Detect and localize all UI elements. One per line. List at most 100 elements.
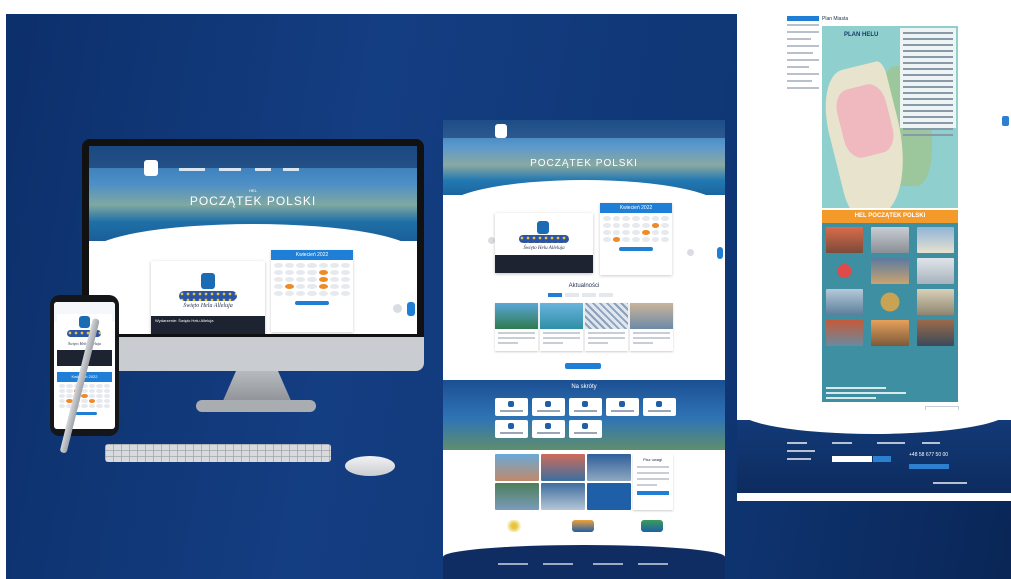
right-footer: +48 58 677 50 00 [737, 410, 1011, 501]
feedback-box[interactable]: Pisz uwagi [633, 454, 673, 510]
gallery-photo[interactable] [495, 454, 539, 481]
gallery-photo[interactable] [541, 454, 585, 481]
side-menu-item[interactable] [787, 31, 819, 33]
nav-link[interactable] [255, 168, 271, 171]
attraction-photo [826, 320, 864, 346]
city-map[interactable]: PLAN HELU [822, 26, 958, 208]
footer-contact-button[interactable] [909, 464, 949, 469]
nav-link[interactable] [219, 168, 241, 171]
side-menu-item[interactable] [787, 80, 812, 82]
news-card[interactable] [585, 303, 628, 351]
map-legend [900, 28, 956, 136]
hero-wave [89, 224, 417, 254]
side-menu-item[interactable] [787, 52, 813, 54]
event-caption: Wydarzenie: Święto Helu Alleluja [151, 316, 265, 334]
calendar-grid[interactable] [600, 213, 672, 245]
shortcut-tile[interactable] [532, 398, 565, 416]
newsletter-input[interactable] [832, 456, 872, 462]
shortcuts-title: Na skróty [571, 384, 597, 390]
footer-bottom-strip [737, 493, 1011, 501]
feedback-title: Pisz uwagi [643, 457, 663, 462]
showcase-stage: HEL POCZĄTEK POLSKI Święto Helu Alleluja… [0, 0, 1011, 579]
partner-logo[interactable] [503, 520, 525, 532]
nav-link[interactable] [179, 168, 205, 171]
side-menu-item[interactable] [787, 38, 811, 40]
more-news-button[interactable] [565, 363, 601, 369]
featured-event-card[interactable]: Święto Helu Alleluja [495, 213, 593, 273]
featured-event-card[interactable]: Święto Helu Alleluja Wydarzenie: Święto … [151, 261, 265, 334]
news-tab[interactable] [565, 293, 579, 297]
attraction-photo [916, 258, 954, 284]
side-menu-active-item[interactable] [787, 16, 819, 21]
attraction-photo [871, 320, 909, 346]
newsletter-submit-button[interactable] [873, 456, 891, 462]
side-tab-button[interactable] [1002, 116, 1009, 126]
side-menu-item[interactable] [787, 24, 819, 26]
news-card[interactable] [540, 303, 583, 351]
news-card[interactable] [495, 303, 538, 351]
calendar-grid[interactable] [57, 382, 112, 410]
slider-next-button[interactable] [393, 304, 402, 313]
city-map-page: Plan Miasta PLAN HELU HEL POCZĄTEK POLSK… [737, 0, 1011, 501]
calendar-more-button[interactable] [295, 301, 329, 305]
hel-logo[interactable] [495, 124, 507, 138]
side-tab-button[interactable] [717, 247, 723, 259]
shortcut-tile[interactable] [569, 398, 602, 416]
slider-next-button[interactable] [687, 249, 694, 256]
partner-logo[interactable] [572, 520, 594, 532]
feedback-button[interactable] [637, 491, 669, 495]
tourist-poster[interactable]: HEL POCZĄTEK POLSKI [822, 210, 958, 402]
page-title: Plan Miasta [822, 16, 849, 22]
side-tab-button[interactable] [407, 302, 415, 316]
poster-title: HEL POCZĄTEK POLSKI [822, 210, 958, 223]
slider-prev-button[interactable] [488, 237, 495, 244]
gallery-photo[interactable] [495, 483, 539, 510]
photo-gallery [495, 454, 631, 510]
nav-link[interactable] [283, 168, 299, 171]
hero-subtitle: HEL [249, 188, 257, 193]
shortcut-tile[interactable] [495, 420, 528, 438]
calendar-grid[interactable] [271, 260, 353, 299]
hero-title: POCZĄTEK POLSKI [530, 158, 638, 169]
news-tab[interactable] [582, 293, 596, 297]
poster-footer [826, 384, 954, 399]
side-menu-item[interactable] [787, 66, 809, 68]
calendar-more-button[interactable] [619, 247, 653, 251]
shortcut-tile[interactable] [532, 420, 565, 438]
shortcut-tile[interactable] [606, 398, 639, 416]
side-menu [787, 16, 819, 94]
shortcut-tile[interactable] [569, 420, 602, 438]
side-menu-item[interactable] [787, 73, 819, 75]
news-tabs[interactable] [548, 293, 613, 297]
homepage-full-view: POCZĄTEK POLSKI Święto Helu Alleluja Kwi… [443, 120, 725, 579]
monitor-stand [222, 371, 292, 403]
news-tab[interactable] [599, 293, 613, 297]
desktop-hero: HEL POCZĄTEK POLSKI [89, 146, 417, 254]
hel-logo[interactable] [144, 160, 158, 176]
event-graphic [519, 235, 569, 243]
event-logo [79, 316, 90, 328]
mid-topbar [443, 120, 725, 138]
attraction-photo [916, 227, 954, 253]
event-title: Święto Helu Alleluja [183, 303, 233, 309]
side-menu-item[interactable] [787, 45, 819, 47]
side-menu-item[interactable] [787, 59, 819, 61]
events-calendar[interactable]: Kwiecień 2022 [271, 250, 353, 332]
event-caption [495, 255, 593, 273]
shortcut-tile[interactable] [495, 398, 528, 416]
shortcut-tile[interactable] [643, 398, 676, 416]
desktop-screen: HEL POCZĄTEK POLSKI Święto Helu Alleluja… [89, 146, 417, 334]
events-calendar[interactable]: Kwiecień 2022 [600, 203, 672, 275]
calendar-month: Kwiecień 2022 [271, 250, 353, 260]
attraction-photo [826, 258, 864, 284]
event-title: Święto Helu Alleluja [523, 246, 565, 251]
hero-title: POCZĄTEK POLSKI [189, 194, 317, 208]
gallery-photo[interactable] [587, 454, 631, 481]
attraction-photo [916, 320, 954, 346]
gallery-photo[interactable] [587, 483, 631, 510]
partner-logo[interactable] [641, 520, 663, 532]
news-tab[interactable] [548, 293, 562, 297]
side-menu-item[interactable] [787, 87, 819, 89]
gallery-photo[interactable] [541, 483, 585, 510]
news-card[interactable] [630, 303, 673, 351]
